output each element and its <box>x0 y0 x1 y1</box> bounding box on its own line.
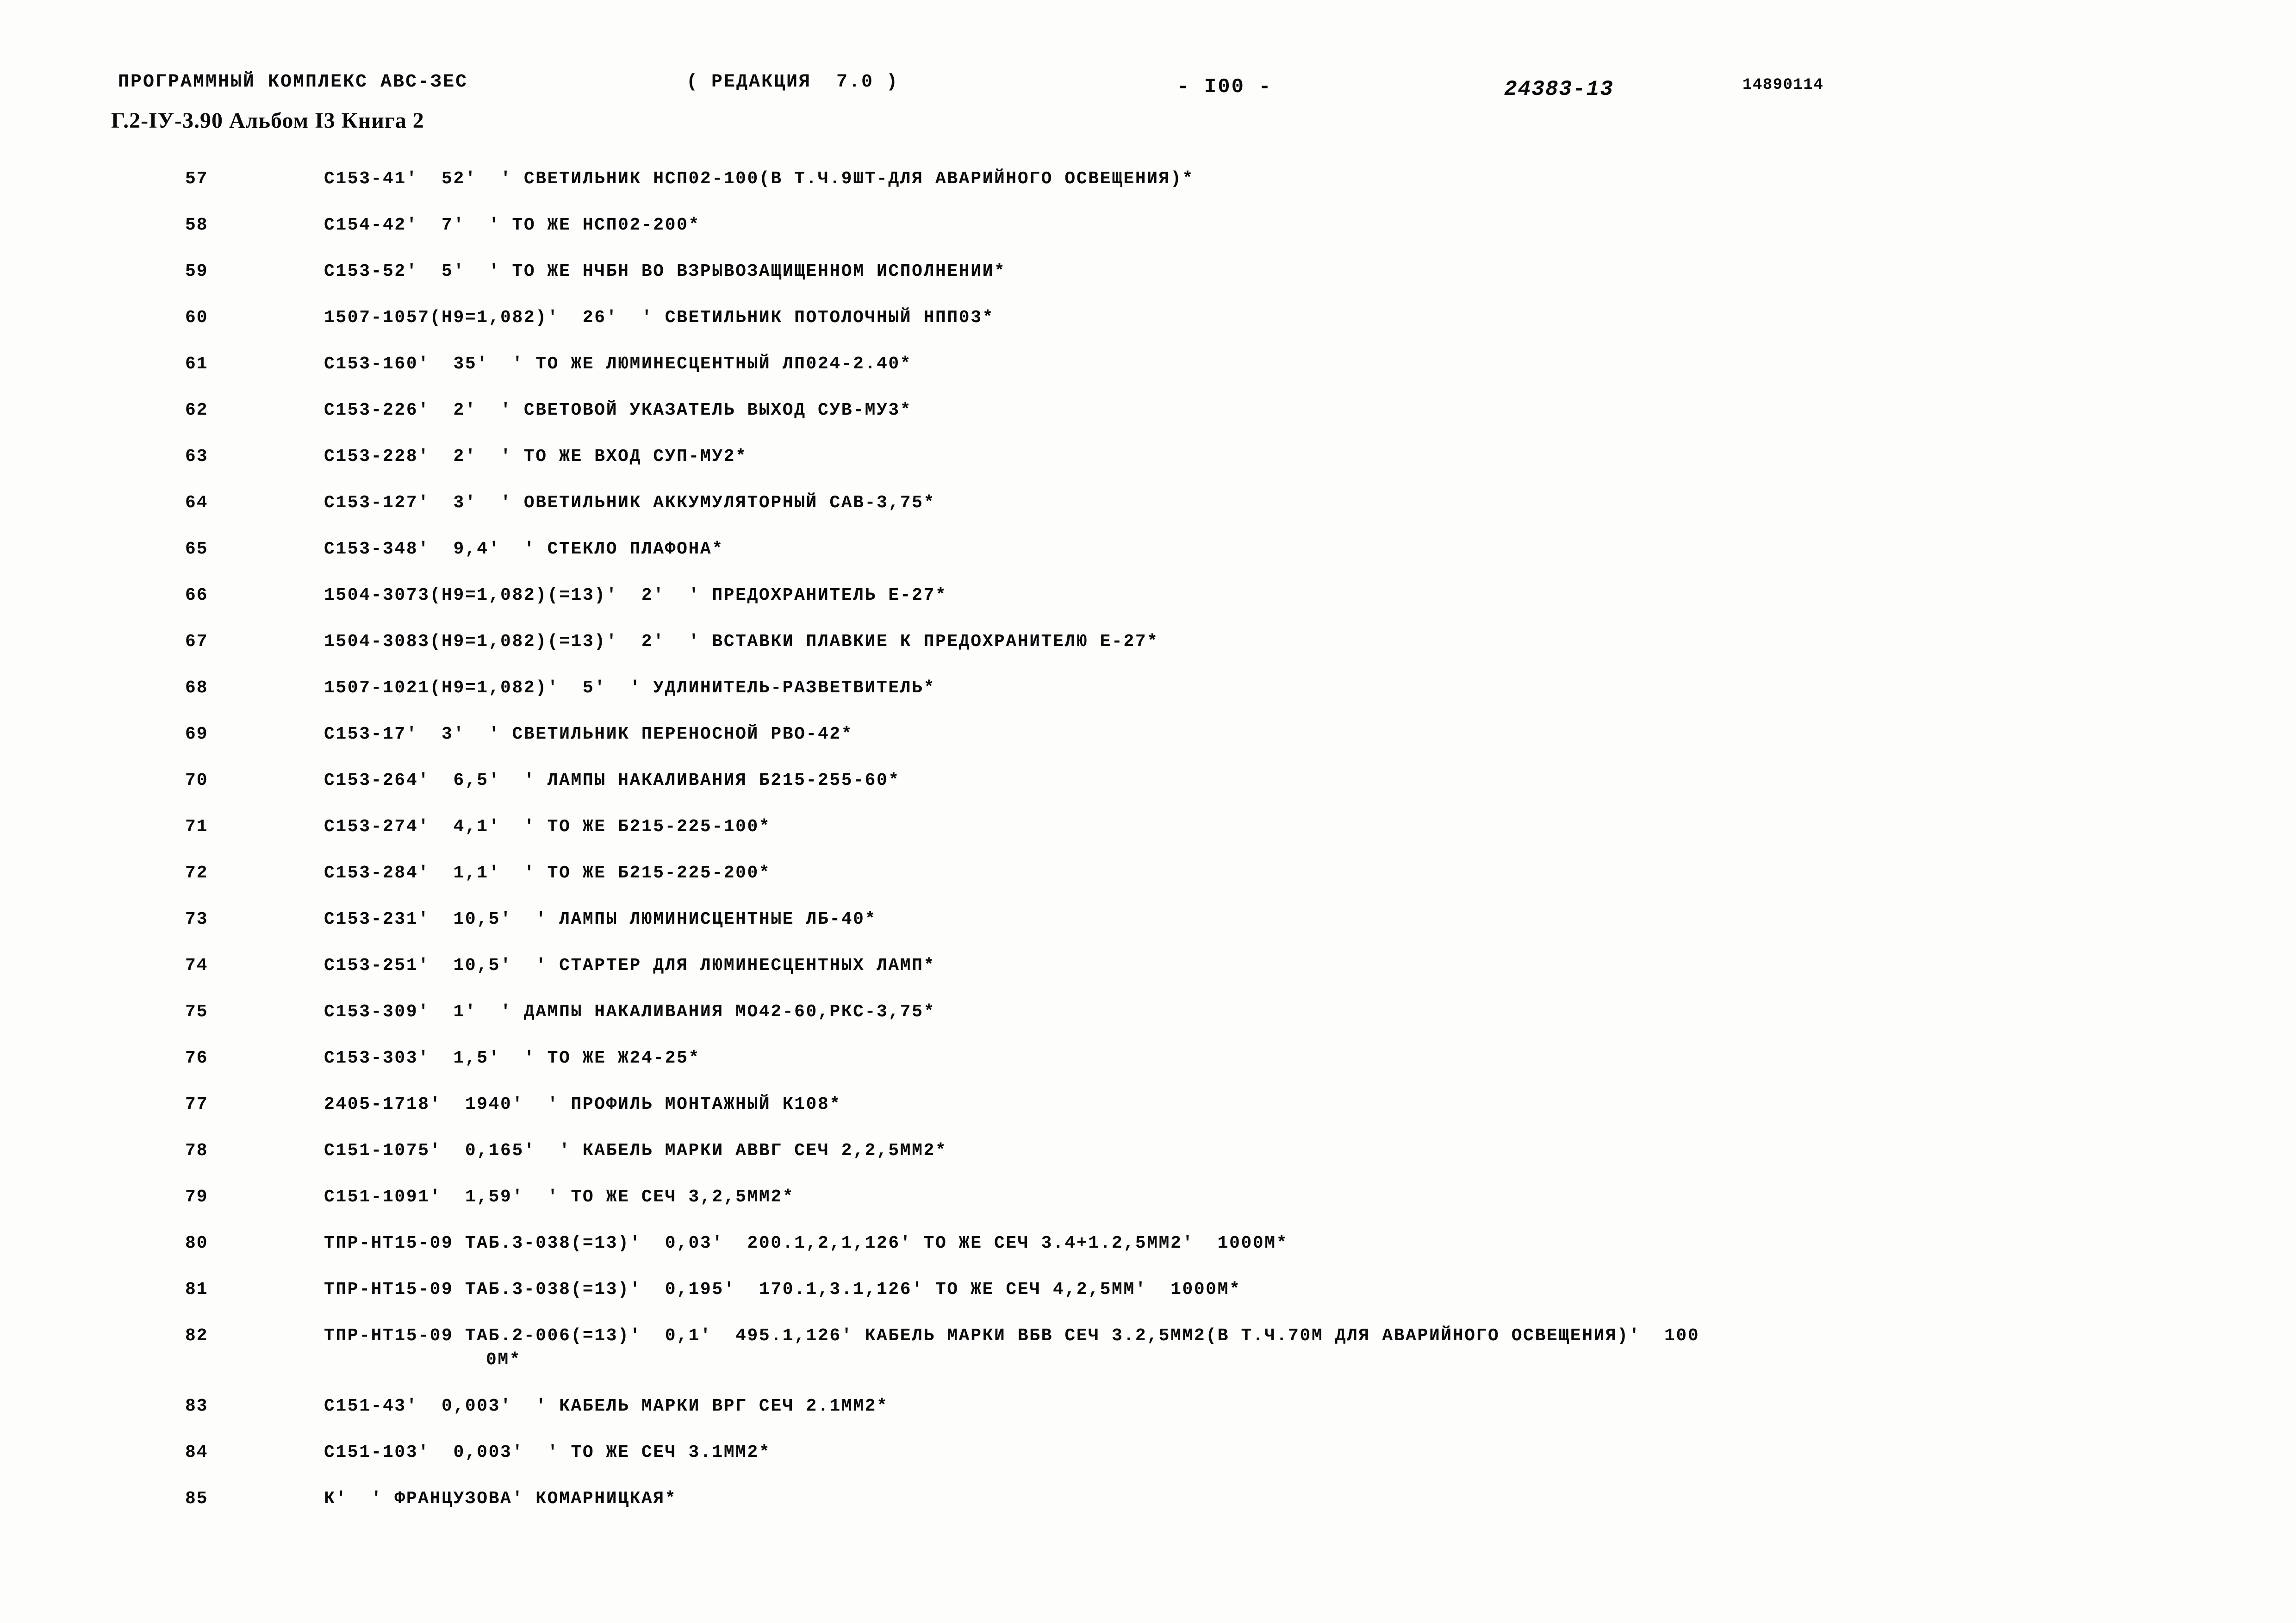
listing-row: 76 С153-303′ 1,5′ ′ ТО ЖЕ Ж24-25* <box>0 1048 2296 1094</box>
row-number: 68 <box>185 678 208 698</box>
listing-row: 66 1504-3073(Н9=1,082)(=13)′ 2′ ′ ПРЕДОХР… <box>0 585 2296 632</box>
listing-row: 69 С153-17′ 3′ ′ СВЕТИЛЬНИК ПЕРЕНОСНОЙ РВ… <box>0 724 2296 771</box>
listing-row: 58 С154-42′ 7′ ′ ТО ЖЕ НСП02-200* <box>0 215 2296 261</box>
document-page: ПРОГРАММНЫЙ КОМПЛЕКС АВС-ЗЕС ( РЕДАКЦИЯ … <box>0 0 2296 1623</box>
row-number: 75 <box>185 1002 208 1022</box>
row-description-continuation: 0М* <box>486 1350 522 1370</box>
listing-row: 78 С151-1075′ 0,165′ ′ КАБЕЛЬ МАРКИ АВВГ … <box>0 1141 2296 1187</box>
row-number: 80 <box>185 1233 208 1253</box>
listing-row: 72 С153-284′ 1,1′ ′ ТО ЖЕ Б215-225-200* <box>0 863 2296 909</box>
row-description: 2405-1718′ 1940′ ′ ПРОФИЛЬ МОНТАЖНЫЙ К10… <box>324 1094 841 1114</box>
specification-listing: 57 С153-41′ 52′ ′ СВЕТИЛЬНИК НСП02-100(В … <box>0 169 2296 1535</box>
row-description: С153-226′ 2′ ′ СВЕТОВОЙ УКАЗАТЕЛЬ ВЫХОД … <box>324 400 912 420</box>
row-number: 71 <box>185 817 208 837</box>
row-number: 79 <box>185 1187 208 1207</box>
listing-row: 68 1507-1021(Н9=1,082)′ 5′ ′ УДЛИНИТЕЛЬ-Р… <box>0 678 2296 724</box>
row-number: 74 <box>185 956 208 976</box>
row-description: С153-231′ 10,5′ ′ ЛАМПЫ ЛЮМИНИСЦЕНТНЫЕ Л… <box>324 909 877 929</box>
row-number: 57 <box>185 169 208 189</box>
row-description: ТПР-НТ15-09 ТАБ.2-006(=13)′ 0,1′ 495.1,1… <box>324 1326 1700 1346</box>
row-description: 1507-1021(Н9=1,082)′ 5′ ′ УДЛИНИТЕЛЬ-РАЗ… <box>324 678 935 698</box>
serial-number: 14890114 <box>1742 76 1824 94</box>
row-number: 81 <box>185 1280 208 1300</box>
row-description: С153-309′ 1′ ′ ДАМПЫ НАКАЛИВАНИЯ МО42-60… <box>324 1002 935 1022</box>
row-description: К′ ′ ФРАНЦУЗОВА′ КОМАРНИЦКАЯ* <box>324 1489 677 1509</box>
row-description: С151-43′ 0,003′ ′ КАБЕЛЬ МАРКИ ВРГ СЕЧ 2… <box>324 1396 889 1416</box>
row-description: С153-284′ 1,1′ ′ ТО ЖЕ Б215-225-200* <box>324 863 771 883</box>
page-header: ПРОГРАММНЫЙ КОМПЛЕКС АВС-ЗЕС ( РЕДАКЦИЯ … <box>111 72 2201 146</box>
row-description: С153-348′ 9,4′ ′ СТЕКЛО ПЛАФОНА* <box>324 539 724 559</box>
row-description: С151-103′ 0,003′ ′ ТО ЖЕ СЕЧ 3.1ММ2* <box>324 1443 771 1462</box>
row-number: 85 <box>185 1489 208 1509</box>
row-number: 83 <box>185 1396 208 1416</box>
row-number: 84 <box>185 1443 208 1462</box>
row-number: 70 <box>185 771 208 790</box>
row-description: С153-17′ 3′ ′ СВЕТИЛЬНИК ПЕРЕНОСНОЙ РВО-… <box>324 724 853 744</box>
page-number: - I00 - <box>1177 75 1272 99</box>
row-number: 78 <box>185 1141 208 1161</box>
listing-row: 82 ТПР-НТ15-09 ТАБ.2-006(=13)′ 0,1′ 495.1… <box>0 1326 2296 1396</box>
row-description: С153-127′ 3′ ′ ОВЕТИЛЬНИК АККУМУЛЯТОРНЫЙ… <box>324 493 935 513</box>
listing-row: 67 1504-3083(Н9=1,082)(=13)′ 2′ ′ ВСТАВКИ… <box>0 632 2296 678</box>
row-number: 77 <box>185 1094 208 1114</box>
listing-row: 73 С153-231′ 10,5′ ′ ЛАМПЫ ЛЮМИНИСЦЕНТНЫЕ… <box>0 909 2296 956</box>
row-number: 60 <box>185 308 208 328</box>
row-number: 65 <box>185 539 208 559</box>
edition-label: ( РЕДАКЦИЯ 7.0 ) <box>686 72 899 93</box>
row-number: 63 <box>185 447 208 466</box>
row-number: 76 <box>185 1048 208 1068</box>
program-complex-title: ПРОГРАММНЫЙ КОМПЛЕКС АВС-ЗЕС <box>118 72 468 93</box>
row-description: С153-274′ 4,1′ ′ ТО ЖЕ Б215-225-100* <box>324 817 771 837</box>
row-number: 73 <box>185 909 208 929</box>
listing-row: 62 С153-226′ 2′ ′ СВЕТОВОЙ УКАЗАТЕЛЬ ВЫХО… <box>0 400 2296 447</box>
row-number: 69 <box>185 724 208 744</box>
row-description: С151-1091′ 1,59′ ′ ТО ЖЕ СЕЧ 3,2,5ММ2* <box>324 1187 795 1207</box>
listing-row: 77 2405-1718′ 1940′ ′ ПРОФИЛЬ МОНТАЖНЫЙ К… <box>0 1094 2296 1141</box>
row-number: 61 <box>185 354 208 374</box>
row-description: С153-228′ 2′ ′ ТО ЖЕ ВХОД СУП-МУ2* <box>324 447 747 466</box>
row-number: 58 <box>185 215 208 235</box>
row-description: С153-41′ 52′ ′ СВЕТИЛЬНИК НСП02-100(В Т.… <box>324 169 1194 189</box>
row-number: 62 <box>185 400 208 420</box>
listing-row: 60 1507-1057(Н9=1,082)′ 26′ ′ СВЕТИЛЬНИК … <box>0 308 2296 354</box>
listing-row: 59 С153-52′ 5′ ′ ТО ЖЕ НЧБН ВО ВЗРЫВОЗАЩИ… <box>0 261 2296 308</box>
row-description: С153-251′ 10,5′ ′ СТАРТЕР ДЛЯ ЛЮМИНЕСЦЕН… <box>324 956 935 976</box>
row-description: ТПР-НТ15-09 ТАБ.3-038(=13)′ 0,03′ 200.1,… <box>324 1233 1288 1253</box>
listing-row: 63 С153-228′ 2′ ′ ТО ЖЕ ВХОД СУП-МУ2* <box>0 447 2296 493</box>
document-number: 24383-13 <box>1504 77 1614 101</box>
listing-row: 57 С153-41′ 52′ ′ СВЕТИЛЬНИК НСП02-100(В … <box>0 169 2296 215</box>
listing-row: 64 С153-127′ 3′ ′ ОВЕТИЛЬНИК АККУМУЛЯТОРН… <box>0 493 2296 539</box>
row-number: 67 <box>185 632 208 652</box>
row-description: 1507-1057(Н9=1,082)′ 26′ ′ СВЕТИЛЬНИК ПО… <box>324 308 995 328</box>
row-description: С151-1075′ 0,165′ ′ КАБЕЛЬ МАРКИ АВВГ СЕ… <box>324 1141 947 1161</box>
row-number: 82 <box>185 1326 208 1346</box>
album-book-line: Г.2-IУ-3.90 Альбом I3 Книга 2 <box>111 108 424 133</box>
listing-row: 65 С153-348′ 9,4′ ′ СТЕКЛО ПЛАФОНА* <box>0 539 2296 585</box>
row-description: С153-303′ 1,5′ ′ ТО ЖЕ Ж24-25* <box>324 1048 700 1068</box>
row-number: 72 <box>185 863 208 883</box>
row-number: 66 <box>185 585 208 605</box>
listing-row: 74 С153-251′ 10,5′ ′ СТАРТЕР ДЛЯ ЛЮМИНЕСЦ… <box>0 956 2296 1002</box>
listing-row: 81 ТПР-НТ15-09 ТАБ.3-038(=13)′ 0,195′ 170… <box>0 1280 2296 1326</box>
row-description: С153-160′ 35′ ′ ТО ЖЕ ЛЮМИНЕСЦЕНТНЫЙ ЛП0… <box>324 354 912 374</box>
listing-row: 84 С151-103′ 0,003′ ′ ТО ЖЕ СЕЧ 3.1ММ2* <box>0 1443 2296 1489</box>
row-description: ТПР-НТ15-09 ТАБ.3-038(=13)′ 0,195′ 170.1… <box>324 1280 1241 1300</box>
row-description: С154-42′ 7′ ′ ТО ЖЕ НСП02-200* <box>324 215 700 235</box>
row-description: 1504-3073(Н9=1,082)(=13)′ 2′ ′ ПРЕДОХРАН… <box>324 585 947 605</box>
row-description: С153-264′ 6,5′ ′ ЛАМПЫ НАКАЛИВАНИЯ Б215-… <box>324 771 900 790</box>
listing-row: 61 С153-160′ 35′ ′ ТО ЖЕ ЛЮМИНЕСЦЕНТНЫЙ Л… <box>0 354 2296 400</box>
listing-row: 85 К′ ′ ФРАНЦУЗОВА′ КОМАРНИЦКАЯ* <box>0 1489 2296 1535</box>
row-description: 1504-3083(Н9=1,082)(=13)′ 2′ ′ ВСТАВКИ П… <box>324 632 1159 652</box>
listing-row: 70 С153-264′ 6,5′ ′ ЛАМПЫ НАКАЛИВАНИЯ Б21… <box>0 771 2296 817</box>
row-number: 64 <box>185 493 208 513</box>
listing-row: 80 ТПР-НТ15-09 ТАБ.3-038(=13)′ 0,03′ 200.… <box>0 1233 2296 1280</box>
listing-row: 79 С151-1091′ 1,59′ ′ ТО ЖЕ СЕЧ 3,2,5ММ2* <box>0 1187 2296 1233</box>
listing-row: 75 С153-309′ 1′ ′ ДАМПЫ НАКАЛИВАНИЯ МО42-… <box>0 1002 2296 1048</box>
listing-row: 83 С151-43′ 0,003′ ′ КАБЕЛЬ МАРКИ ВРГ СЕЧ… <box>0 1396 2296 1443</box>
row-description: С153-52′ 5′ ′ ТО ЖЕ НЧБН ВО ВЗРЫВОЗАЩИЩЕ… <box>324 261 1006 281</box>
listing-row: 71 С153-274′ 4,1′ ′ ТО ЖЕ Б215-225-100* <box>0 817 2296 863</box>
row-number: 59 <box>185 261 208 281</box>
